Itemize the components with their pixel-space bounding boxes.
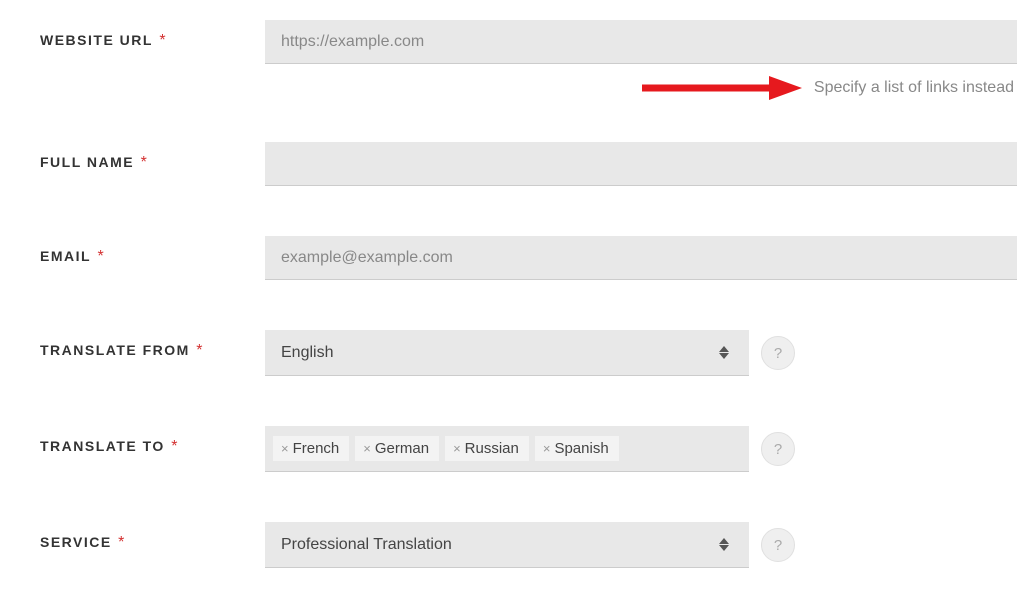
tag-remove-icon[interactable]: × <box>543 441 551 456</box>
hint-row: Specify a list of links instead <box>0 74 1024 102</box>
service-select[interactable]: Professional Translation <box>265 522 749 568</box>
label-col: TRANSLATE TO * <box>40 426 265 456</box>
help-button[interactable]: ? <box>761 336 795 370</box>
row-service: SERVICE * Professional Translation ? <box>0 522 1024 568</box>
row-website-url: WEBSITE URL * <box>0 20 1024 64</box>
chevron-up-icon <box>719 538 729 544</box>
row-full-name: FULL NAME * <box>0 142 1024 186</box>
label-col: TRANSLATE FROM * <box>40 330 265 360</box>
required-mark: * <box>118 534 124 551</box>
required-mark: * <box>171 438 177 455</box>
required-mark: * <box>98 248 104 265</box>
field-col <box>265 20 1024 64</box>
tag-label: Spanish <box>554 440 608 457</box>
row-translate-to: TRANSLATE TO * ×French ×German ×Russian … <box>0 426 1024 472</box>
tag-spanish: ×Spanish <box>535 436 619 461</box>
required-mark: * <box>196 342 202 359</box>
field-col <box>265 142 1024 186</box>
chevron-up-icon <box>719 346 729 352</box>
tag-label: French <box>293 440 340 457</box>
help-icon: ? <box>774 345 782 362</box>
email-input[interactable] <box>265 236 1017 280</box>
required-mark: * <box>159 32 165 49</box>
label-translate-from: TRANSLATE FROM <box>40 342 190 358</box>
label-col: SERVICE * <box>40 522 265 552</box>
tag-remove-icon[interactable]: × <box>363 441 371 456</box>
chevron-down-icon <box>719 545 729 551</box>
row-translate-from: TRANSLATE FROM * English ? <box>0 330 1024 376</box>
help-icon: ? <box>774 537 782 554</box>
tag-remove-icon[interactable]: × <box>453 441 461 456</box>
tag-label: Russian <box>465 440 519 457</box>
label-translate-to: TRANSLATE TO <box>40 438 165 454</box>
tag-german: × German <box>355 436 439 461</box>
tag-russian: × Russian <box>445 436 529 461</box>
select-value: English <box>281 344 719 362</box>
label-website-url: WEBSITE URL <box>40 32 153 48</box>
required-mark: * <box>141 154 147 171</box>
label-col: WEBSITE URL * <box>40 20 265 50</box>
help-icon: ? <box>774 441 782 458</box>
label-col: FULL NAME * <box>40 142 265 172</box>
help-button[interactable]: ? <box>761 528 795 562</box>
full-name-input[interactable] <box>265 142 1017 186</box>
label-col: EMAIL * <box>40 236 265 266</box>
label-service: SERVICE <box>40 534 112 550</box>
select-value: Professional Translation <box>281 536 719 554</box>
hint-link[interactable]: Specify a list of links instead <box>814 79 1014 97</box>
label-full-name: FULL NAME <box>40 154 134 170</box>
translate-to-multiselect[interactable]: ×French ×German ×Russian ×Spanish <box>265 426 749 472</box>
field-col: English ? <box>265 330 1024 376</box>
help-button[interactable]: ? <box>761 432 795 466</box>
field-col: Professional Translation ? <box>265 522 1024 568</box>
annotation-arrow-icon <box>634 74 804 102</box>
chevron-down-icon <box>719 353 729 359</box>
tag-french: × French <box>273 436 349 461</box>
website-url-input[interactable] <box>265 20 1017 64</box>
label-email: EMAIL <box>40 248 91 264</box>
row-email: EMAIL * <box>0 236 1024 280</box>
field-col: ×French ×German ×Russian ×Spanish ? <box>265 426 1024 472</box>
stepper-icon <box>719 346 729 359</box>
tag-label: German <box>375 440 429 457</box>
tag-remove-icon[interactable]: × <box>281 441 289 456</box>
stepper-icon <box>719 538 729 551</box>
field-col <box>265 236 1024 280</box>
translate-from-select[interactable]: English <box>265 330 749 376</box>
